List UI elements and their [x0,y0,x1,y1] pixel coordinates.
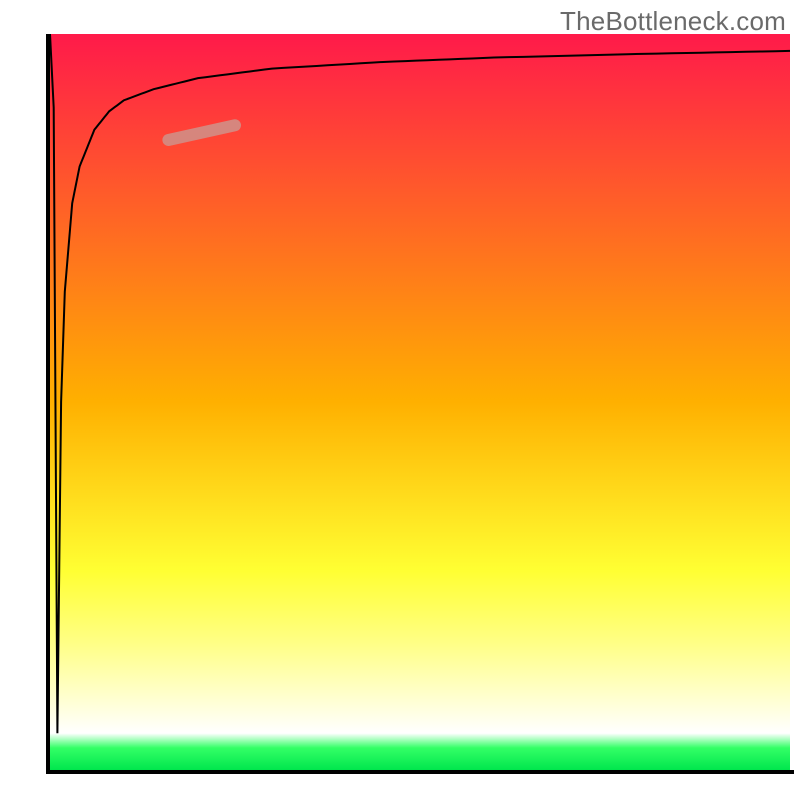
chart-container: TheBottleneck.com [0,0,800,800]
watermark-text: TheBottleneck.com [560,6,786,37]
y-axis [46,34,50,774]
chart-svg [0,0,800,800]
x-axis [46,770,794,774]
plot-gradient-bg [50,34,790,770]
